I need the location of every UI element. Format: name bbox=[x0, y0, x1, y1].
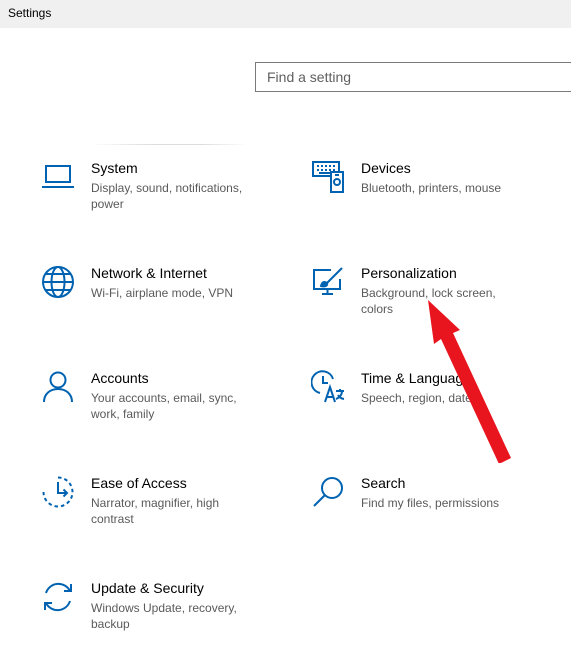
tile-title: Network & Internet bbox=[91, 265, 207, 281]
tile-description: Bluetooth, printers, mouse bbox=[361, 181, 502, 195]
tile-ease-of-access[interactable]: Ease of Access Narrator, magnifier, high… bbox=[41, 475, 261, 545]
search-box[interactable] bbox=[255, 62, 571, 92]
divider bbox=[90, 144, 248, 145]
tile-description: Narrator, magnifier, high contrast bbox=[91, 496, 220, 526]
tile-description: Windows Update, recovery, backup bbox=[91, 601, 237, 631]
tile-time-language[interactable]: Time & Language Speech, region, date bbox=[311, 370, 531, 440]
tile-title: Ease of Access bbox=[91, 475, 187, 491]
tile-devices[interactable]: Devices Bluetooth, printers, mouse bbox=[311, 160, 531, 230]
tile-accounts[interactable]: Accounts Your accounts, email, sync, wor… bbox=[41, 370, 261, 440]
tile-update-security[interactable]: Update & Security Windows Update, recove… bbox=[41, 580, 261, 650]
tile-title: Update & Security bbox=[91, 580, 204, 596]
search-icon bbox=[311, 475, 345, 509]
update-icon bbox=[41, 580, 75, 614]
tile-title: Time & Language bbox=[361, 370, 471, 386]
search-input[interactable] bbox=[256, 63, 571, 91]
time-language-icon bbox=[311, 370, 345, 404]
tile-title: Search bbox=[361, 475, 406, 491]
tile-system[interactable]: System Display, sound, notifications, po… bbox=[41, 160, 261, 230]
tile-description: Find my files, permissions bbox=[361, 496, 500, 510]
tile-title: Accounts bbox=[91, 370, 149, 386]
paint-icon bbox=[311, 265, 345, 299]
tile-title: Personalization bbox=[361, 265, 457, 281]
globe-icon bbox=[41, 265, 75, 299]
devices-icon bbox=[311, 160, 345, 194]
window-title: Settings bbox=[8, 6, 52, 20]
tile-description: Wi-Fi, airplane mode, VPN bbox=[91, 286, 234, 300]
laptop-icon bbox=[41, 160, 75, 194]
tile-description: Display, sound, notifications, power bbox=[91, 181, 243, 211]
tile-description: Background, lock screen, colors bbox=[361, 286, 496, 316]
tile-search[interactable]: Search Find my files, permissions bbox=[311, 475, 531, 545]
person-icon bbox=[41, 370, 75, 404]
tile-description: Speech, region, date bbox=[361, 391, 472, 405]
tile-description: Your accounts, email, sync, work, family bbox=[91, 391, 237, 421]
ease-of-access-icon bbox=[41, 475, 75, 509]
tile-title: System bbox=[91, 160, 138, 176]
tile-title: Devices bbox=[361, 160, 411, 176]
tile-network-internet[interactable]: Network & Internet Wi-Fi, airplane mode,… bbox=[41, 265, 261, 335]
tile-personalization[interactable]: Personalization Background, lock screen,… bbox=[311, 265, 531, 335]
title-bar: Settings bbox=[0, 0, 571, 28]
